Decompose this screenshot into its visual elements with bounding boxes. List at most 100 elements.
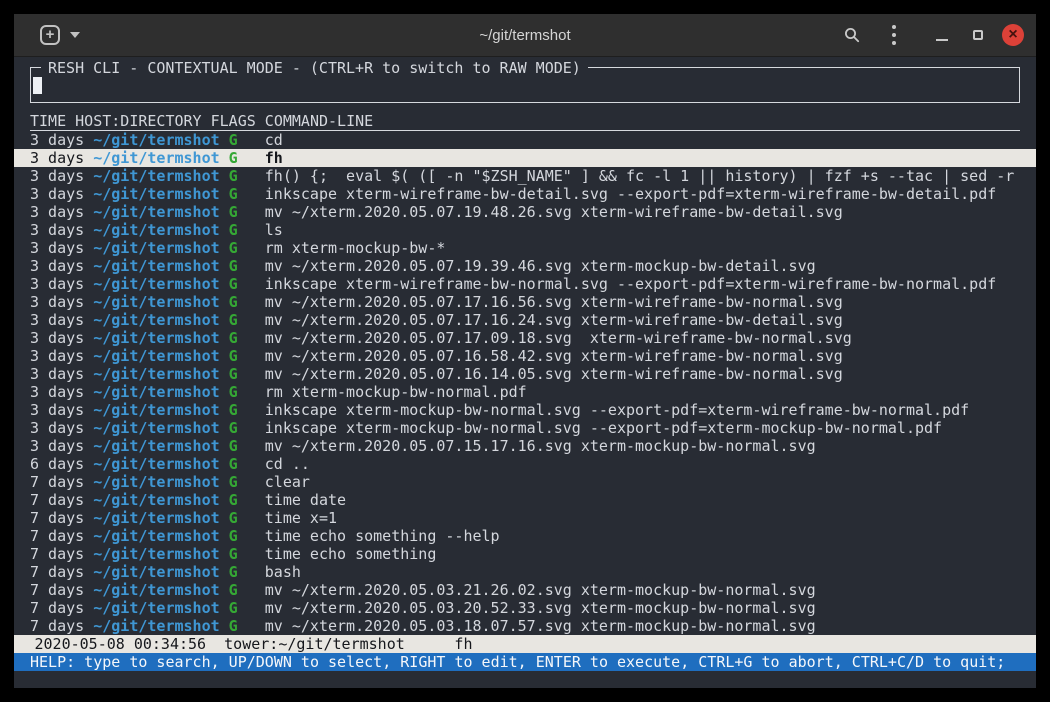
- row-host: ~/git/termshot: [93, 203, 228, 221]
- help-bar: HELP: type to search, UP/DOWN to select,…: [14, 653, 1036, 671]
- row-time: 7 days: [30, 581, 93, 599]
- row-command: mv ~/xterm.2020.05.03.18.07.57.svg xterm…: [265, 617, 816, 635]
- row-time: 3 days: [30, 131, 93, 149]
- history-row[interactable]: 3 days~/git/termshotGinkscape xterm-wire…: [14, 275, 1036, 293]
- row-flags: G: [229, 455, 265, 473]
- row-host: ~/git/termshot: [93, 239, 228, 257]
- row-flags: G: [229, 185, 265, 203]
- history-row[interactable]: 7 days~/git/termshotGclear: [14, 473, 1036, 491]
- tab-dropdown-caret-icon[interactable]: [70, 32, 80, 38]
- search-icon[interactable]: [840, 23, 864, 47]
- row-command: rm xterm-mockup-bw-normal.pdf: [265, 383, 527, 401]
- row-command: cd ..: [265, 455, 310, 473]
- row-host: ~/git/termshot: [93, 257, 228, 275]
- new-tab-button[interactable]: +: [40, 25, 60, 45]
- row-command: mv ~/xterm.2020.05.07.17.16.56.svg xterm…: [265, 293, 843, 311]
- history-row[interactable]: 3 days~/git/termshotGmv ~/xterm.2020.05.…: [14, 203, 1036, 221]
- restore-icon[interactable]: [966, 23, 990, 47]
- row-time: 7 days: [30, 473, 93, 491]
- row-time: 7 days: [30, 563, 93, 581]
- titlebar[interactable]: + ~/git/termshot ×: [14, 14, 1036, 57]
- row-time: 3 days: [30, 203, 93, 221]
- history-row[interactable]: 7 days~/git/termshotGmv ~/xterm.2020.05.…: [14, 599, 1036, 617]
- row-host: ~/git/termshot: [93, 455, 228, 473]
- row-time: 7 days: [30, 509, 93, 527]
- history-row[interactable]: 3 days~/git/termshotGcd: [14, 131, 1036, 149]
- history-list: 3 days~/git/termshotGcd3 days~/git/terms…: [30, 131, 1020, 635]
- row-flags: G: [229, 617, 265, 635]
- row-command: clear: [265, 473, 310, 491]
- terminal-window: + ~/git/termshot × RESH CLI - CONTEXTUAL…: [14, 14, 1036, 688]
- row-flags: G: [229, 527, 265, 545]
- minimize-icon[interactable]: [930, 23, 954, 47]
- row-time: 3 days: [30, 149, 93, 167]
- row-time: 6 days: [30, 455, 93, 473]
- plus-icon: +: [46, 27, 55, 43]
- history-row[interactable]: 3 days~/git/termshotGinkscape xterm-mock…: [14, 419, 1036, 437]
- row-host: ~/git/termshot: [93, 527, 228, 545]
- row-flags: G: [229, 401, 265, 419]
- row-host: ~/git/termshot: [93, 509, 228, 527]
- row-command: mv ~/xterm.2020.05.07.19.39.46.svg xterm…: [265, 257, 816, 275]
- history-row[interactable]: 3 days~/git/termshotGrm xterm-mockup-bw-…: [14, 383, 1036, 401]
- row-flags: G: [229, 545, 265, 563]
- row-time: 3 days: [30, 437, 93, 455]
- history-row[interactable]: 3 days~/git/termshotGmv ~/xterm.2020.05.…: [14, 257, 1036, 275]
- history-row[interactable]: 3 days~/git/termshotGfh() {; eval $( ([ …: [14, 167, 1036, 185]
- row-command: mv ~/xterm.2020.05.07.15.17.16.svg xterm…: [265, 437, 816, 455]
- row-command: inkscape xterm-wireframe-bw-normal.svg -…: [265, 275, 997, 293]
- row-host: ~/git/termshot: [93, 563, 228, 581]
- row-time: 3 days: [30, 329, 93, 347]
- history-row[interactable]: 7 days~/git/termshotGtime echo something…: [14, 527, 1036, 545]
- history-row[interactable]: 3 days~/git/termshotGmv ~/xterm.2020.05.…: [14, 437, 1036, 455]
- row-time: 7 days: [30, 599, 93, 617]
- history-row[interactable]: 7 days~/git/termshotGbash: [14, 563, 1036, 581]
- row-host: ~/git/termshot: [93, 599, 228, 617]
- row-flags: G: [229, 203, 265, 221]
- row-host: ~/git/termshot: [93, 275, 228, 293]
- row-flags: G: [229, 311, 265, 329]
- close-button[interactable]: ×: [1002, 24, 1024, 46]
- row-flags: G: [229, 293, 265, 311]
- history-row[interactable]: 3 days~/git/termshotGmv ~/xterm.2020.05.…: [14, 365, 1036, 383]
- column-header: TIME HOST:DIRECTORY FLAGS COMMAND-LINE: [30, 113, 1020, 131]
- search-box-frame[interactable]: RESH CLI - CONTEXTUAL MODE - (CTRL+R to …: [30, 67, 1020, 103]
- history-row[interactable]: 7 days~/git/termshotGmv ~/xterm.2020.05.…: [14, 617, 1036, 635]
- row-flags: G: [229, 131, 265, 149]
- row-command: mv ~/xterm.2020.05.03.20.52.33.svg xterm…: [265, 599, 816, 617]
- history-row[interactable]: 7 days~/git/termshotGmv ~/xterm.2020.05.…: [14, 581, 1036, 599]
- row-command: fh: [265, 149, 283, 167]
- status-host: tower:~/git/termshot: [224, 635, 405, 653]
- history-row[interactable]: 3 days~/git/termshotGinkscape xterm-wire…: [14, 185, 1036, 203]
- history-row[interactable]: 3 days~/git/termshotGmv ~/xterm.2020.05.…: [14, 347, 1036, 365]
- row-host: ~/git/termshot: [93, 581, 228, 599]
- row-host: ~/git/termshot: [93, 617, 228, 635]
- terminal-content[interactable]: RESH CLI - CONTEXTUAL MODE - (CTRL+R to …: [14, 57, 1036, 688]
- history-row[interactable]: 6 days~/git/termshotGcd ..: [14, 455, 1036, 473]
- history-row[interactable]: 7 days~/git/termshotGtime echo something: [14, 545, 1036, 563]
- row-command: fh() {; eval $( ([ -n "$ZSH_NAME" ] && f…: [265, 167, 1015, 185]
- row-time: 7 days: [30, 617, 93, 635]
- history-row[interactable]: 7 days~/git/termshotGtime x=1: [14, 509, 1036, 527]
- row-host: ~/git/termshot: [93, 365, 228, 383]
- history-row[interactable]: 3 days~/git/termshotGmv ~/xterm.2020.05.…: [14, 329, 1036, 347]
- history-row[interactable]: 3 days~/git/termshotGrm xterm-mockup-bw-…: [14, 239, 1036, 257]
- row-time: 3 days: [30, 257, 93, 275]
- history-row[interactable]: 7 days~/git/termshotGtime date: [14, 491, 1036, 509]
- row-flags: G: [229, 599, 265, 617]
- row-command: time echo something: [265, 545, 437, 563]
- history-row[interactable]: 3 days~/git/termshotGmv ~/xterm.2020.05.…: [14, 311, 1036, 329]
- row-time: 7 days: [30, 527, 93, 545]
- history-row[interactable]: 3 days~/git/termshotGmv ~/xterm.2020.05.…: [14, 293, 1036, 311]
- row-command: time echo something --help: [265, 527, 500, 545]
- row-flags: G: [229, 257, 265, 275]
- history-row[interactable]: 3 days~/git/termshotGfh: [14, 149, 1036, 167]
- row-command: cd: [265, 131, 283, 149]
- row-host: ~/git/termshot: [93, 347, 228, 365]
- row-time: 7 days: [30, 491, 93, 509]
- menu-kebab-icon[interactable]: [882, 23, 906, 47]
- history-row[interactable]: 3 days~/git/termshotGinkscape xterm-mock…: [14, 401, 1036, 419]
- row-time: 3 days: [30, 293, 93, 311]
- row-flags: G: [229, 167, 265, 185]
- history-row[interactable]: 3 days~/git/termshotGls: [14, 221, 1036, 239]
